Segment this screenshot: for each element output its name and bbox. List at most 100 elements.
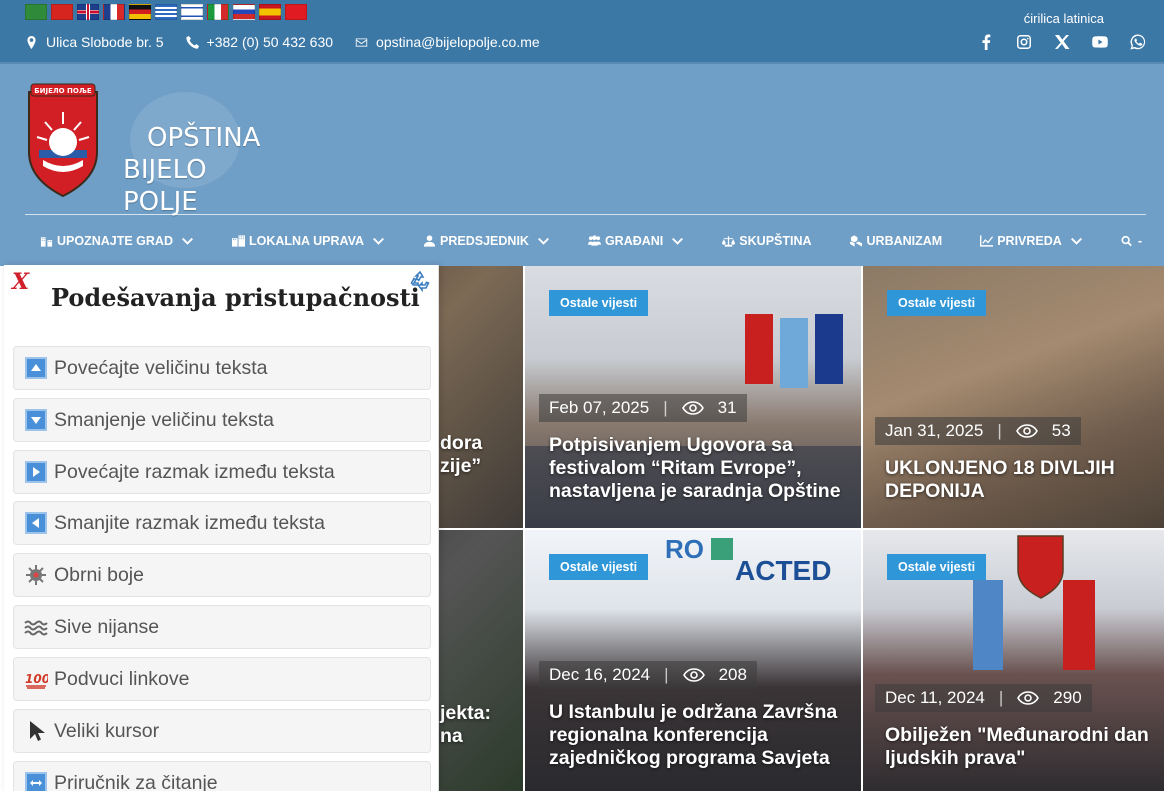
arrow-right-icon bbox=[25, 461, 47, 483]
option-label: Smanjenje veličinu teksta bbox=[54, 408, 275, 431]
category-badge[interactable]: Ostale vijesti bbox=[887, 554, 987, 580]
news-title[interactable]: Potpisivanjem Ugovora sa festivalom “Rit… bbox=[549, 434, 847, 503]
address-text: Ulica Slobode br. 5 bbox=[46, 34, 164, 50]
meta-separator: | bbox=[998, 688, 1004, 707]
building-icon bbox=[40, 237, 53, 247]
x-icon[interactable] bbox=[1054, 34, 1070, 50]
chevron-down-icon bbox=[1070, 237, 1082, 245]
chevron-down-icon bbox=[672, 237, 684, 245]
whatsapp-icon[interactable] bbox=[1130, 34, 1146, 50]
news-title[interactable]: U Istanbulu je održana Završna regionaln… bbox=[549, 701, 847, 770]
phone[interactable]: +382 (0) 50 432 630 bbox=[185, 34, 333, 50]
cursor-icon bbox=[30, 721, 45, 741]
eye-icon bbox=[1015, 424, 1038, 438]
option-increase-text-spacing[interactable]: Povećajte razmak između teksta bbox=[13, 450, 431, 494]
arrow-left-icon bbox=[25, 512, 47, 534]
accessibility-panel: X Podešavanja pristupačnosti Povećajte v… bbox=[4, 265, 439, 791]
option-decrease-text-size[interactable]: Smanjenje veličinu teksta bbox=[13, 398, 431, 442]
youtube-icon[interactable] bbox=[1092, 34, 1108, 50]
category-badge[interactable]: Ostale vijesti bbox=[887, 290, 987, 316]
flag-english[interactable] bbox=[77, 4, 99, 20]
news-date: Jan 31, 2025 bbox=[885, 421, 984, 440]
nav-urbanizam[interactable]: URBANIZAM bbox=[849, 234, 943, 248]
option-decrease-text-spacing[interactable]: Smanjite razmak između teksta bbox=[13, 501, 431, 545]
site-header: БИЈЕЛО ПОЉЕ OPŠTINA BIJELO POLJE UPOZNAJ… bbox=[0, 62, 1164, 266]
instagram-icon[interactable] bbox=[1016, 34, 1032, 50]
option-label: Veliki kursor bbox=[54, 719, 160, 742]
nav-label: PREDSJEDNIK bbox=[440, 234, 529, 248]
news-card[interactable]: RO ACTED Ostale vijesti Dec 16, 2024 | 2… bbox=[525, 530, 861, 791]
option-invert-colors[interactable]: Obrni boje bbox=[13, 553, 431, 597]
category-badge[interactable]: Ostale vijesti bbox=[549, 290, 649, 316]
nav-privreda[interactable]: PRIVREDA bbox=[980, 234, 1083, 248]
chevron-down-icon bbox=[537, 237, 549, 245]
news-views: 208 bbox=[718, 665, 747, 684]
nav-gradani[interactable]: GRAĐANI bbox=[587, 234, 684, 248]
news-title-partial: jekta: na bbox=[440, 702, 491, 747]
users-icon bbox=[587, 235, 601, 246]
script-toggle[interactable]: ćirilica latinica bbox=[1024, 11, 1104, 26]
flag-russian[interactable] bbox=[233, 4, 255, 20]
flag-hebrew[interactable] bbox=[181, 4, 203, 20]
option-reading-guide[interactable]: Priručnik za čitanje bbox=[13, 761, 431, 791]
user-icon bbox=[423, 235, 436, 247]
option-label: Povećajte veličinu teksta bbox=[54, 356, 268, 379]
horizontal-arrows-icon bbox=[25, 772, 47, 791]
option-large-cursor[interactable]: Veliki kursor bbox=[13, 709, 431, 753]
svg-text:100: 100 bbox=[25, 672, 48, 686]
flag-french[interactable] bbox=[103, 4, 125, 20]
option-label: Smanjite razmak između teksta bbox=[54, 511, 325, 534]
top-bar: Ulica Slobode br. 5 +382 (0) 50 432 630 … bbox=[0, 0, 1164, 62]
nav-predsjednik[interactable]: PREDSJEDNIK bbox=[423, 234, 550, 248]
facebook-icon[interactable] bbox=[978, 34, 994, 50]
nav-label: UPOZNAJTE GRAD bbox=[57, 234, 173, 248]
social-links bbox=[978, 34, 1146, 50]
email[interactable]: opstina@bijelopolje.co.me bbox=[355, 34, 540, 50]
email-text: opstina@bijelopolje.co.me bbox=[376, 34, 540, 50]
option-label: Obrni boje bbox=[54, 563, 144, 586]
category-badge[interactable]: Ostale vijesti bbox=[549, 554, 649, 580]
news-title[interactable]: Obilježen "Međunarodni dan ljudskih prav… bbox=[885, 724, 1150, 770]
nav-skupstina[interactable]: SKUPŠTINA bbox=[722, 234, 812, 248]
meta-separator: | bbox=[663, 398, 668, 417]
option-increase-text-size[interactable]: Povećajte veličinu teksta bbox=[13, 346, 431, 390]
search-icon bbox=[1121, 235, 1132, 247]
eye-icon bbox=[681, 401, 704, 415]
phone-icon bbox=[185, 35, 199, 49]
flag-chinese[interactable] bbox=[51, 4, 73, 20]
chevron-down-icon bbox=[182, 237, 193, 245]
flag-german[interactable] bbox=[129, 4, 151, 20]
close-button[interactable]: X bbox=[12, 269, 29, 295]
arrow-up-icon bbox=[25, 357, 47, 379]
nav-label: URBANIZAM bbox=[866, 234, 943, 248]
flag-arabic[interactable] bbox=[25, 4, 47, 20]
nav-label: GRAĐANI bbox=[604, 234, 664, 248]
main-navigation: UPOZNAJTE GRAD LOKALNA UPRAVA PREDSJEDNI… bbox=[40, 234, 1164, 248]
flag-turkish[interactable] bbox=[285, 4, 307, 20]
scale-icon bbox=[722, 236, 736, 247]
option-underline-links[interactable]: 100 Podvuci linkove bbox=[13, 657, 431, 701]
nav-lokalna-uprava[interactable]: LOKALNA UPRAVA bbox=[231, 234, 385, 248]
flag-italian[interactable] bbox=[207, 4, 229, 20]
invert-colors-icon bbox=[26, 565, 46, 585]
nav-label: - bbox=[1137, 234, 1142, 248]
municipality-logo[interactable]: БИЈЕЛО ПОЉЕ OPŠTINA BIJELO POLJE bbox=[25, 82, 260, 217]
option-grayscale[interactable]: Sive nijanse bbox=[13, 605, 431, 649]
news-title[interactable]: UKLONJENO 18 DIVLJIH DEPONIJA bbox=[885, 457, 1150, 503]
news-title-partial: dora zije” bbox=[440, 432, 483, 477]
flag-spanish[interactable] bbox=[259, 4, 281, 20]
nav-search[interactable]: - bbox=[1121, 234, 1142, 248]
eye-icon bbox=[1017, 691, 1040, 705]
news-card[interactable]: Ostale vijesti Dec 11, 2024 | 290 Obilje… bbox=[863, 530, 1164, 791]
news-meta: Dec 11, 2024 | 290 bbox=[875, 684, 1092, 712]
nav-upoznajte-grad[interactable]: UPOZNAJTE GRAD bbox=[40, 234, 194, 248]
chart-icon bbox=[980, 235, 994, 247]
contact-info: Ulica Slobode br. 5 +382 (0) 50 432 630 … bbox=[25, 34, 540, 50]
svg-text:RO: RO bbox=[665, 534, 704, 564]
waves-icon bbox=[24, 620, 48, 636]
news-card[interactable]: Ostale vijesti Feb 07, 2025 | 31 Potpisi… bbox=[525, 266, 861, 528]
news-meta: Dec 16, 2024 | 208 bbox=[539, 661, 757, 689]
news-card[interactable]: Ostale vijesti Jan 31, 2025 | 53 UKLONJE… bbox=[863, 266, 1164, 528]
flag-greek[interactable] bbox=[155, 4, 177, 20]
nav-label: PRIVREDA bbox=[997, 234, 1062, 248]
